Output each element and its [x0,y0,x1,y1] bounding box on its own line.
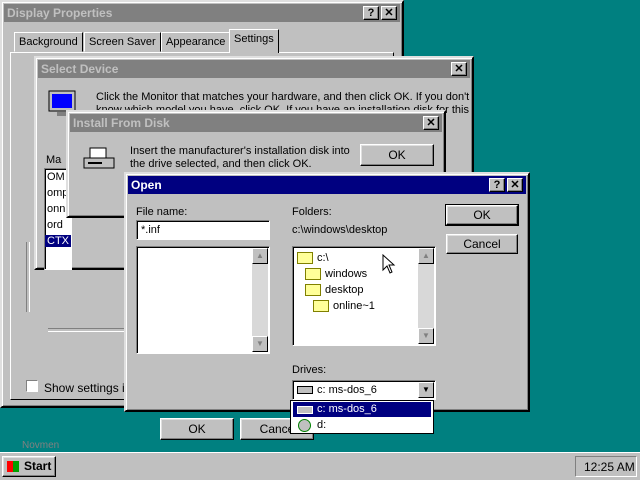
groupbox-line [26,242,30,312]
install-disk-titlebar[interactable]: Install From Disk ✕ [70,114,442,132]
tab-screen-saver[interactable]: Screen Saver [84,32,161,52]
start-button[interactable]: Start [2,456,56,477]
mouse-cursor-icon [382,253,396,277]
show-settings-checkbox[interactable] [26,380,38,392]
folder-label: online~1 [333,300,375,312]
chevron-down-icon[interactable]: ▼ [418,382,434,398]
display-properties-title: Display Properties [7,6,113,20]
selected-drive-value: c: ms-dos_6 [317,384,377,396]
cd-drive-icon [298,419,311,432]
open-close-button[interactable]: ✕ [507,178,523,192]
bottom-partial-text: Novmen [22,440,60,451]
groupbox-line-bottom [48,328,128,332]
scroll-down-arrow-icon[interactable]: ▼ [252,336,268,352]
drive-option-label: d: [317,419,327,431]
open-folder-icon [305,284,321,297]
folder-label: c:\ [317,252,329,264]
clock[interactable]: 12:25 AM [584,460,635,474]
tab-appearance[interactable]: Appearance [161,32,231,52]
drives-dropdown-list[interactable]: c: ms-dos_6 d: [290,400,434,434]
drives-label: Drives: [292,364,327,376]
list-item[interactable]: ord [47,219,63,231]
folder-item-windows[interactable]: windows [305,267,367,281]
tab-background[interactable]: Background [14,32,83,52]
scroll-down-arrow-icon[interactable]: ▼ [418,328,434,344]
open-folder-icon [297,252,313,265]
scroll-up-arrow-icon[interactable]: ▲ [418,248,434,264]
folder-item-desktop[interactable]: desktop [305,283,364,297]
folder-tree[interactable]: c:\ windows desktop online~1 ▲ ▼ [292,246,436,346]
install-disk-message-2: the drive selected, and then click OK. [130,158,312,170]
display-ok-button[interactable]: OK [160,418,234,440]
tab-settings[interactable]: Settings [229,29,279,53]
select-device-title: Select Device [41,62,119,76]
current-path: c:\windows\desktop [292,224,388,236]
folder-label: windows [325,268,368,280]
drive-option-d[interactable]: d: [293,418,431,433]
open-help-button[interactable]: ? [489,178,505,192]
system-tray: 12:25 AM [575,456,637,477]
close-button[interactable]: ✕ [381,6,397,20]
file-name-label: File name: [136,206,188,218]
folder-icon [313,300,329,313]
folders-label: Folders: [292,206,332,218]
folder-item-online[interactable]: online~1 [313,299,375,313]
drives-select[interactable]: c: ms-dos_6 ▼ [292,380,436,400]
open-folder-icon [305,268,321,281]
file-list-scrollbar[interactable]: ▲ ▼ [252,248,268,352]
open-dialog-window: Open ? ✕ File name: *.inf ▲ ▼ Folders: c… [124,172,530,412]
drive-option-c[interactable]: c: ms-dos_6 [293,402,431,417]
install-disk-message-1: Insert the manufacturer's installation d… [130,145,350,157]
list-item[interactable]: onn [47,203,65,215]
install-disk-ok-button[interactable]: OK [360,144,434,166]
help-button[interactable]: ? [363,6,379,20]
install-disk-title: Install From Disk [73,116,170,130]
open-dialog-titlebar[interactable]: Open ? ✕ [128,176,526,194]
drive-option-label: c: ms-dos_6 [317,403,377,415]
open-ok-button[interactable]: OK [445,204,519,226]
file-name-value: *.inf [141,224,160,236]
folder-item-c[interactable]: c:\ [297,251,329,265]
hard-drive-icon [297,386,313,394]
select-device-titlebar[interactable]: Select Device ✕ [38,60,470,78]
windows-logo-icon [7,461,19,472]
folder-label: desktop [325,284,364,296]
open-cancel-button[interactable]: Cancel [446,234,518,254]
folder-tree-scrollbar[interactable]: ▲ ▼ [418,248,434,344]
scroll-up-arrow-icon[interactable]: ▲ [252,248,268,264]
disk-drive-icon [82,146,116,175]
select-device-close-button[interactable]: ✕ [451,62,467,76]
display-properties-titlebar[interactable]: Display Properties ? ✕ [4,4,400,22]
open-dialog-title: Open [131,178,162,192]
taskbar: Start 12:25 AM [0,452,640,480]
start-label: Start [24,459,52,473]
file-name-input[interactable]: *.inf [136,220,270,240]
manufacturers-label: Ma [46,154,62,166]
list-item[interactable]: OM [47,171,65,183]
select-device-message-1: Click the Monitor that matches your hard… [96,91,470,103]
list-item-selected[interactable]: CTX [45,235,71,247]
hard-drive-icon [297,406,313,414]
install-disk-close-button[interactable]: ✕ [423,116,439,130]
file-list[interactable]: ▲ ▼ [136,246,270,354]
